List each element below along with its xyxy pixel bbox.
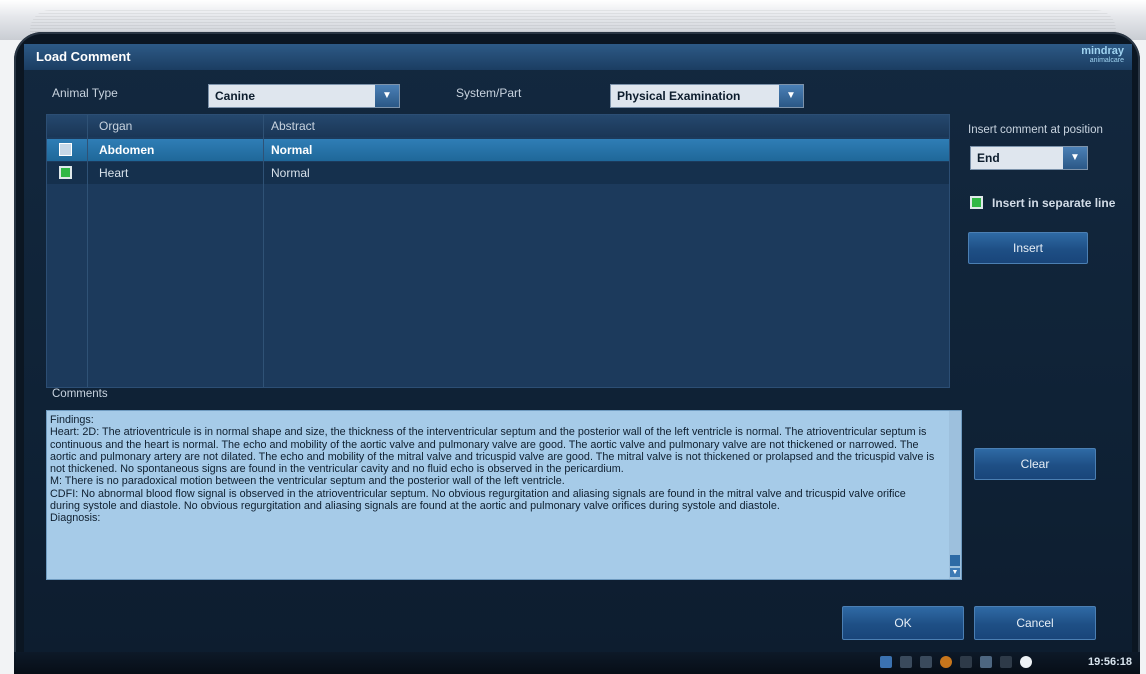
animal-type-value: Canine xyxy=(215,89,256,103)
comments-label: Comments xyxy=(52,388,108,400)
organ-cell: Heart xyxy=(99,166,129,180)
chevron-down-icon[interactable]: ▼ xyxy=(375,85,399,107)
row-checkbox[interactable] xyxy=(59,166,72,179)
row-checkbox[interactable] xyxy=(59,143,72,156)
table-row[interactable]: Abdomen Normal xyxy=(47,139,949,161)
scroll-down-icon[interactable]: ▼ xyxy=(950,568,960,577)
usb-icon[interactable] xyxy=(1000,656,1012,668)
separate-line-checkbox[interactable] xyxy=(970,196,983,209)
column-divider xyxy=(263,115,264,387)
printer-icon[interactable] xyxy=(960,656,972,668)
table-header: Organ Abstract xyxy=(47,115,949,137)
insert-position-select[interactable]: End ▼ xyxy=(970,146,1088,170)
clock: 19:56:18 xyxy=(1087,656,1132,668)
column-header-abstract: Abstract xyxy=(271,119,316,133)
insert-position-value: End xyxy=(977,151,1000,165)
brand-sub: animalcare xyxy=(1089,57,1124,64)
table-row[interactable]: Heart Normal xyxy=(47,162,949,184)
storage-icon[interactable] xyxy=(980,656,992,668)
animal-type-label: Animal Type xyxy=(52,86,118,100)
network-icon[interactable] xyxy=(900,656,912,668)
dialog-title: Load Comment xyxy=(36,49,131,64)
cancel-button[interactable]: Cancel xyxy=(974,606,1096,640)
system-part-label: System/Part xyxy=(456,86,522,100)
animal-type-select[interactable]: Canine ▼ xyxy=(208,84,400,108)
abstract-cell: Normal xyxy=(271,143,313,157)
scrollbar-thumb[interactable] xyxy=(950,555,960,566)
system-part-select[interactable]: Physical Examination ▼ xyxy=(610,84,804,108)
organ-cell: Abdomen xyxy=(99,143,155,157)
insert-button[interactable]: Insert xyxy=(968,232,1088,264)
system-part-value: Physical Examination xyxy=(617,89,741,103)
title-bar: Load Comment mindray animalcare xyxy=(24,44,1132,70)
brand-logo: mindray animalcare xyxy=(1081,45,1124,65)
screen: Load Comment mindray animalcare Animal T… xyxy=(14,32,1140,674)
wifi-icon[interactable] xyxy=(920,656,932,668)
load-comment-dialog: Load Comment mindray animalcare Animal T… xyxy=(24,44,1132,652)
camera-icon[interactable] xyxy=(880,656,892,668)
chevron-down-icon[interactable]: ▼ xyxy=(1063,147,1087,169)
lock-icon[interactable] xyxy=(940,656,952,668)
brand-name: mindray xyxy=(1081,45,1124,57)
organ-table: Organ Abstract Abdomen Normal Heart Norm… xyxy=(46,114,950,388)
chevron-down-icon[interactable]: ▼ xyxy=(779,85,803,107)
comments-text[interactable]: Findings: Heart: 2D: The atrioventricule… xyxy=(50,414,936,525)
taskbar: 19:56:18 xyxy=(14,652,1140,674)
comments-textarea[interactable]: Findings: Heart: 2D: The atrioventricule… xyxy=(46,410,962,580)
clear-button[interactable]: Clear xyxy=(974,448,1096,480)
separate-line-label: Insert in separate line xyxy=(992,196,1116,210)
column-header-organ: Organ xyxy=(99,119,133,133)
comments-scrollbar[interactable]: ▼ xyxy=(949,411,961,579)
ok-button[interactable]: OK xyxy=(842,606,964,640)
insert-position-label: Insert comment at position xyxy=(968,124,1103,136)
abstract-cell: Normal xyxy=(271,166,310,180)
power-icon[interactable] xyxy=(1020,656,1032,668)
column-divider xyxy=(87,115,88,387)
